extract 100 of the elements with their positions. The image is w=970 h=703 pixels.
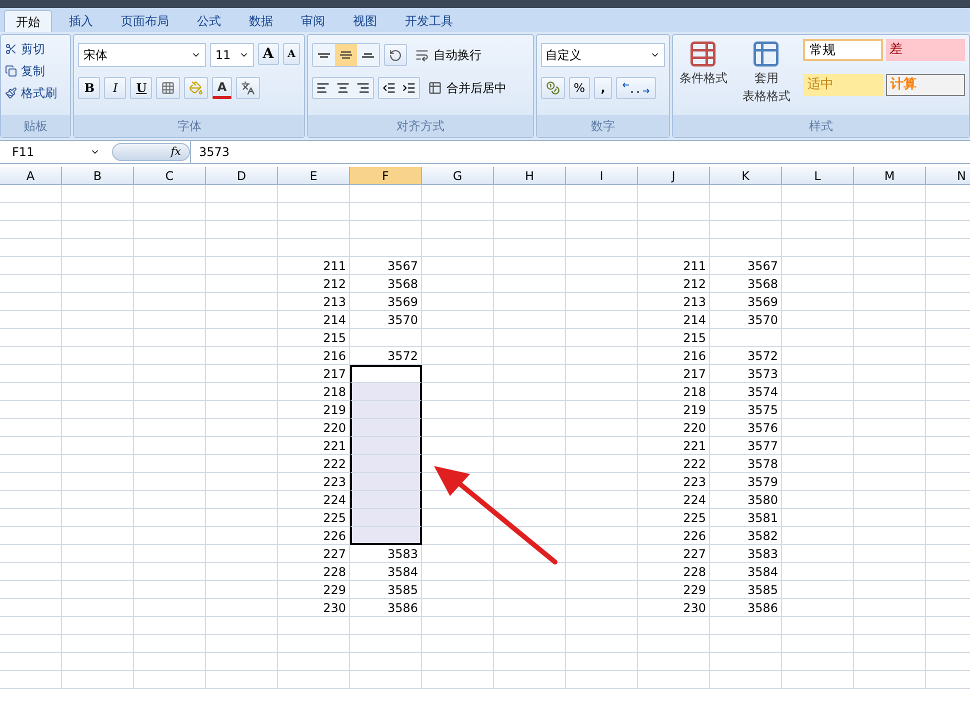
column-header[interactable]: K [710,167,782,184]
ribbon-tab[interactable]: 页面布局 [110,10,180,32]
table-cell [62,563,134,581]
column-header[interactable]: I [566,167,638,184]
table-cell [62,599,134,617]
table-cell [134,437,206,455]
clipboard-button[interactable]: 复制 [5,61,66,80]
column-header[interactable]: B [62,167,134,184]
table-cell [62,545,134,563]
vertical-align-button[interactable] [335,44,358,66]
table-cell [206,239,278,257]
phonetic-button[interactable] [236,77,260,99]
table-cell [0,545,62,563]
clipboard-button[interactable]: 剪切 [5,39,66,58]
table-cell [422,635,494,653]
align-bottom-icon [362,52,374,58]
column-header[interactable]: J [638,167,710,184]
table-cell [854,347,926,365]
align-middle-icon [340,51,352,59]
table-cell [782,671,854,689]
table-cell [134,257,206,275]
number-format-field[interactable]: 自定义 [540,43,665,67]
table-cell: 230 [278,599,350,617]
ribbon-tab[interactable]: 公式 [186,10,232,32]
column-header[interactable]: D [206,167,278,184]
underline-button[interactable]: U [130,77,152,99]
table-cell: 3573 [710,365,782,383]
table-cell [854,491,926,509]
wrap-text-button[interactable]: 自动换行 [415,46,482,64]
table-cell [0,599,62,617]
orientation-button[interactable] [384,44,408,66]
table-cell [0,293,62,311]
column-header[interactable]: G [422,167,494,184]
column-header[interactable]: L [782,167,854,184]
table-cell [494,653,566,671]
currency-button[interactable] [540,77,565,99]
table-cell [422,545,494,563]
table-cell: 214 [638,311,710,329]
column-header[interactable]: C [134,167,206,184]
column-header[interactable]: N [926,167,970,184]
table-cell [206,311,278,329]
vertical-align-button[interactable] [313,44,336,66]
table-cell [782,473,854,491]
ribbon-tab[interactable]: 开发工具 [394,10,464,32]
ribbon-tab[interactable]: 审阅 [290,10,336,32]
table-cell [134,527,206,545]
table-cell [422,437,494,455]
table-cell: 3581 [710,509,782,527]
table-cell: 212 [278,275,350,293]
table-cell [782,653,854,671]
comma-button[interactable]: , [594,77,612,99]
ribbon-tab[interactable]: 开始 [4,10,52,32]
table-cell [494,509,566,527]
table-cell [0,581,62,599]
border-button[interactable] [156,77,180,99]
ribbon-tab[interactable]: 数据 [238,10,284,32]
table-cell [62,635,134,653]
table-cell [494,185,566,203]
table-cell [0,383,62,401]
conditional-format-icon [688,39,718,69]
fill-color-button[interactable] [184,77,208,99]
table-cell [422,383,494,401]
name-box[interactable]: F11 [0,143,112,161]
column-header[interactable]: M [854,167,926,184]
table-cell [62,401,134,419]
vertical-align-button[interactable] [357,44,380,66]
font-color-button[interactable]: A [212,77,232,99]
formula-field[interactable]: 3573 [190,141,970,163]
italic-button[interactable]: I [104,77,126,99]
insert-function-button[interactable]: fx [112,143,190,161]
column-header[interactable]: F [350,167,422,184]
conditional-format-button[interactable]: 条件格式 [677,39,730,105]
table-cell: 220 [638,419,710,437]
column-header[interactable]: H [494,167,566,184]
ribbon-tab[interactable]: 视图 [342,10,388,32]
table-cell [206,545,278,563]
table-cell [710,221,782,239]
cell-style-button[interactable]: 差 [886,39,965,61]
ribbon-tab[interactable]: 插入 [58,10,104,32]
table-cell: 3572 [710,347,782,365]
grow-font-button[interactable]: A [258,43,279,65]
table-format-button[interactable]: 套用 表格格式 [737,39,796,105]
column-header[interactable]: A [0,167,62,184]
table-cell [134,221,206,239]
font-name-field[interactable]: 宋体 [78,43,206,67]
font-size-field[interactable]: 11 [210,43,254,67]
percent-button[interactable]: % [568,77,590,99]
shrink-font-button[interactable]: A [282,43,300,65]
table-cell [854,239,926,257]
table-cell: 3568 [710,275,782,293]
table-cell [422,653,494,671]
cell-style-button[interactable]: 常规 [803,39,883,61]
decimal-button[interactable] [616,77,656,99]
table-cell [566,311,638,329]
clipboard-button[interactable]: 格式刷 [5,83,66,102]
bold-button[interactable]: B [78,77,100,99]
merge-center-button[interactable]: 合并后居中 [428,79,506,97]
table-cell [494,347,566,365]
table-cell [134,599,206,617]
table-cell [782,563,854,581]
